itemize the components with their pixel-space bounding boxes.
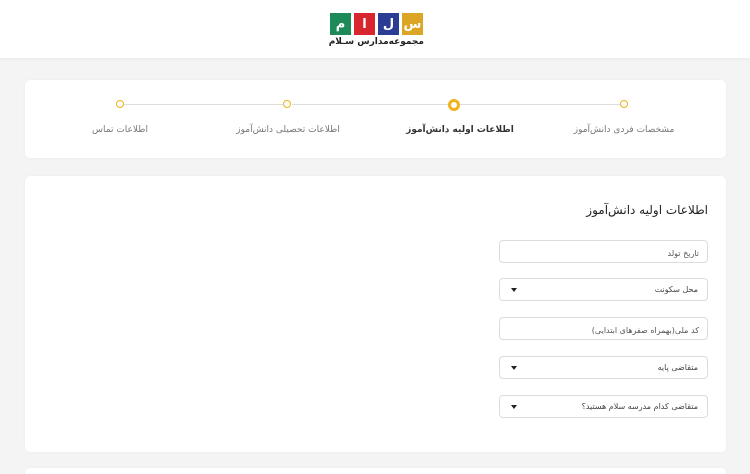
basic-info-form: اطلاعات اولیه دانش‌آموز محل سکونت متقاضی…: [25, 176, 726, 452]
caret-down-icon: [511, 288, 517, 292]
birth-date-field[interactable]: [499, 240, 708, 264]
national-code-input[interactable]: [500, 320, 707, 341]
step-dot-education[interactable]: [283, 100, 291, 108]
caret-down-icon: [511, 405, 517, 409]
step-label-basic-info[interactable]: اطلاعات اولیه دانش‌آموز: [406, 125, 514, 135]
step-label-education[interactable]: اطلاعات تحصیلی دانش‌آموز: [236, 125, 339, 135]
step-connector: [292, 104, 454, 105]
caret-down-icon: [511, 366, 517, 370]
step-dot-basic-info[interactable]: [448, 99, 460, 111]
salam-schools-logo[interactable]: م ا ل س مجموعه‌مدارس سـلام: [328, 13, 424, 49]
residence-select[interactable]: محل سکونت: [499, 278, 708, 301]
birth-date-input[interactable]: [500, 243, 707, 264]
site-header: م ا ل س مجموعه‌مدارس سـلام: [0, 0, 750, 58]
logo-letter: ا: [354, 13, 375, 35]
next-section-card: [25, 468, 726, 474]
logo-letter: س: [402, 13, 423, 35]
step-dot-personal[interactable]: [620, 100, 628, 108]
form-title: اطلاعات اولیه دانش‌آموز: [586, 203, 708, 217]
national-code-field[interactable]: [499, 317, 708, 341]
step-dot-contact[interactable]: [116, 100, 124, 108]
step-connector: [459, 104, 624, 105]
logo-letter: م: [330, 13, 351, 35]
step-label-personal[interactable]: مشخصات فردی دانش‌آموز: [574, 125, 675, 135]
step-label-contact[interactable]: اطلاعات تماس: [92, 125, 148, 135]
school-select[interactable]: متقاضی کدام مدرسه سلام هستید؟: [499, 395, 708, 418]
residence-select-label: محل سکونت: [654, 285, 698, 294]
logo-subtitle: مجموعه‌مدارس سـلام: [328, 37, 424, 47]
grade-select-label: متقاضی پایه: [657, 363, 698, 372]
school-select-label: متقاضی کدام مدرسه سلام هستید؟: [581, 402, 698, 411]
step-connector: [124, 104, 288, 105]
logo-letter: ل: [378, 13, 399, 35]
stepper-card: اطلاعات تماس اطلاعات تحصیلی دانش‌آموز اط…: [25, 80, 726, 158]
grade-select[interactable]: متقاضی پایه: [499, 356, 708, 379]
